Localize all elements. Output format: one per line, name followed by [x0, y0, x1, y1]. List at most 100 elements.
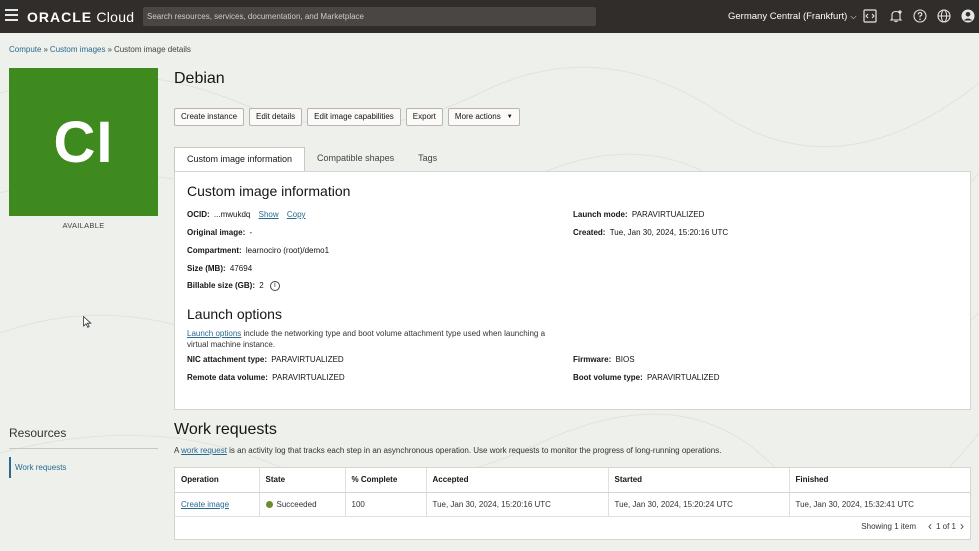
remote-data-volume-label: Remote data volume: [187, 373, 268, 382]
create-instance-button[interactable]: Create instance [174, 108, 245, 126]
size-value: 47694 [229, 264, 253, 273]
status-badge: AVAILABLE [62, 221, 105, 230]
created-value: Tue, Jan 30, 2024, 15:20:16 UTC [609, 228, 729, 237]
table-header-row: Operation State % Complete Accepted Star… [175, 468, 970, 493]
image-avatar-tile: CI [9, 68, 158, 216]
boot-volume-type-row: Boot volume type: PARAVIRTUALIZED [573, 373, 719, 382]
launch-options-link[interactable]: Launch options [187, 329, 241, 338]
size-label: Size (MB): [187, 264, 226, 273]
ocid-label: OCID: [187, 210, 210, 219]
previous-page-icon[interactable]: ‹ [928, 519, 932, 533]
launch-mode-label: Launch mode: [573, 210, 628, 219]
tab-compatible-shapes[interactable]: Compatible shapes [305, 147, 406, 171]
chevron-down-icon: ⌵ [850, 12, 857, 21]
oracle-cloud-logo[interactable]: ORACLE Cloud [27, 9, 134, 25]
billable-size-label: Billable size (GB): [187, 281, 256, 291]
size-row: Size (MB): 47694 [187, 264, 252, 273]
export-button[interactable]: Export [405, 108, 443, 126]
column-header-started[interactable]: Started [608, 468, 790, 493]
launch-options-heading: Launch options [187, 306, 282, 322]
original-image-row: Original image: - [187, 228, 252, 237]
launch-mode-value: PARAVIRTUALIZED [631, 210, 705, 219]
code-editor-icon[interactable] [863, 9, 877, 23]
divider [9, 448, 158, 449]
column-header-operation[interactable]: Operation [175, 468, 260, 493]
more-actions-button[interactable]: More actions ▼ [447, 108, 520, 126]
ocid-show-link[interactable]: Show [259, 210, 279, 219]
work-request-link[interactable]: work request [181, 446, 227, 455]
custom-image-information-heading: Custom image information [187, 183, 351, 199]
tab-bar: Custom image information Compatible shap… [174, 147, 449, 171]
mouse-cursor-icon [83, 316, 92, 328]
resources-heading: Resources [9, 426, 67, 440]
create-image-link[interactable]: Create image [181, 500, 229, 509]
original-image-value: - [249, 228, 253, 237]
breadcrumb-separator: » [43, 45, 48, 54]
info-icon[interactable]: i [269, 281, 280, 291]
state-cell: Succeeded [259, 492, 346, 517]
launch-options-description-text: include the networking type and boot vol… [187, 329, 546, 349]
page-title: Debian [174, 70, 225, 87]
created-label: Created: [573, 228, 606, 237]
breadcrumb-separator: » [107, 45, 112, 54]
edit-details-button[interactable]: Edit details [249, 108, 303, 126]
edit-image-capabilities-button[interactable]: Edit image capabilities [307, 108, 401, 126]
compartment-label: Compartment: [187, 246, 242, 255]
next-page-icon[interactable]: › [960, 519, 964, 533]
language-globe-icon[interactable] [937, 9, 951, 23]
success-status-icon [265, 500, 273, 508]
created-row: Created: Tue, Jan 30, 2024, 15:20:16 UTC [573, 228, 728, 237]
notifications-bell-icon[interactable] [889, 9, 903, 23]
more-actions-label: More actions [454, 112, 501, 122]
remote-data-volume-value: PARAVIRTUALIZED [272, 373, 345, 382]
nic-attachment-label: NIC attachment type: [187, 355, 268, 364]
tab-tags[interactable]: Tags [406, 147, 449, 171]
finished-cell: Tue, Jan 30, 2024, 15:32:41 UTC [789, 492, 970, 517]
launch-options-description: Launch options include the networking ty… [187, 328, 567, 350]
pagination: Showing 1 item ‹ 1 of 1 › [861, 519, 964, 533]
menu-icon[interactable] [5, 9, 18, 21]
column-header-state[interactable]: State [259, 468, 346, 493]
firmware-value: BIOS [615, 355, 635, 364]
image-initials: CI [53, 109, 114, 175]
work-requests-desc-suffix: is an activity log that tracks each step… [226, 446, 722, 455]
compartment-row: Compartment: learnociro (root)/demo1 [187, 246, 329, 255]
work-requests-heading: Work requests [174, 421, 277, 438]
column-header-finished[interactable]: Finished [789, 468, 970, 493]
firmware-row: Firmware: BIOS [573, 355, 635, 364]
started-cell: Tue, Jan 30, 2024, 15:20:24 UTC [608, 492, 790, 517]
launch-mode-row: Launch mode: PARAVIRTUALIZED [573, 210, 704, 219]
image-details-panel: Custom image information OCID: ...mwukdq… [174, 171, 971, 410]
region-label: Germany Central (Frankfurt) [728, 11, 848, 22]
breadcrumb-compute[interactable]: Compute [9, 45, 41, 54]
breadcrumb: Compute» Custom images» Custom image detai… [9, 45, 191, 54]
work-requests-description: A work request is an activity log that t… [174, 446, 721, 455]
help-icon[interactable] [913, 9, 927, 23]
top-navigation-bar: ORACLE Cloud Search resources, services,… [0, 0, 979, 33]
showing-count: Showing 1 item [861, 521, 916, 531]
ocid-copy-link[interactable]: Copy [287, 210, 306, 219]
breadcrumb-custom-images[interactable]: Custom images [50, 45, 106, 54]
boot-volume-type-label: Boot volume type: [573, 373, 643, 382]
column-header-complete[interactable]: % Complete [345, 468, 427, 493]
state-value: Succeeded [276, 499, 317, 509]
region-selector[interactable]: Germany Central (Frankfurt) ⌵ [728, 11, 856, 22]
ocid-value: ...mwukdq [213, 210, 251, 219]
firmware-label: Firmware: [573, 355, 612, 364]
column-header-accepted[interactable]: Accepted [426, 468, 609, 493]
billable-size-row: Billable size (GB): 2 i [187, 281, 280, 291]
work-requests-table: Operation State % Complete Accepted Star… [174, 467, 971, 540]
search-input[interactable]: Search resources, services, documentatio… [143, 7, 596, 26]
percent-complete-cell: 100 [345, 492, 427, 517]
tab-custom-image-information[interactable]: Custom image information [174, 147, 306, 171]
sidebar-item-work-requests[interactable]: Work requests [9, 457, 66, 478]
billable-size-value: 2 [259, 281, 264, 291]
remote-data-volume-row: Remote data volume: PARAVIRTUALIZED [187, 373, 345, 382]
compartment-value: learnociro (root)/demo1 [245, 246, 330, 255]
breadcrumb-current: Custom image details [113, 45, 191, 54]
nic-attachment-row: NIC attachment type: PARAVIRTUALIZED [187, 355, 344, 364]
page-indicator: 1 of 1 [935, 521, 956, 531]
action-toolbar: Create instance Edit details Edit image … [174, 108, 520, 126]
caret-down-icon: ▼ [506, 114, 513, 120]
user-profile-icon[interactable] [961, 9, 975, 23]
